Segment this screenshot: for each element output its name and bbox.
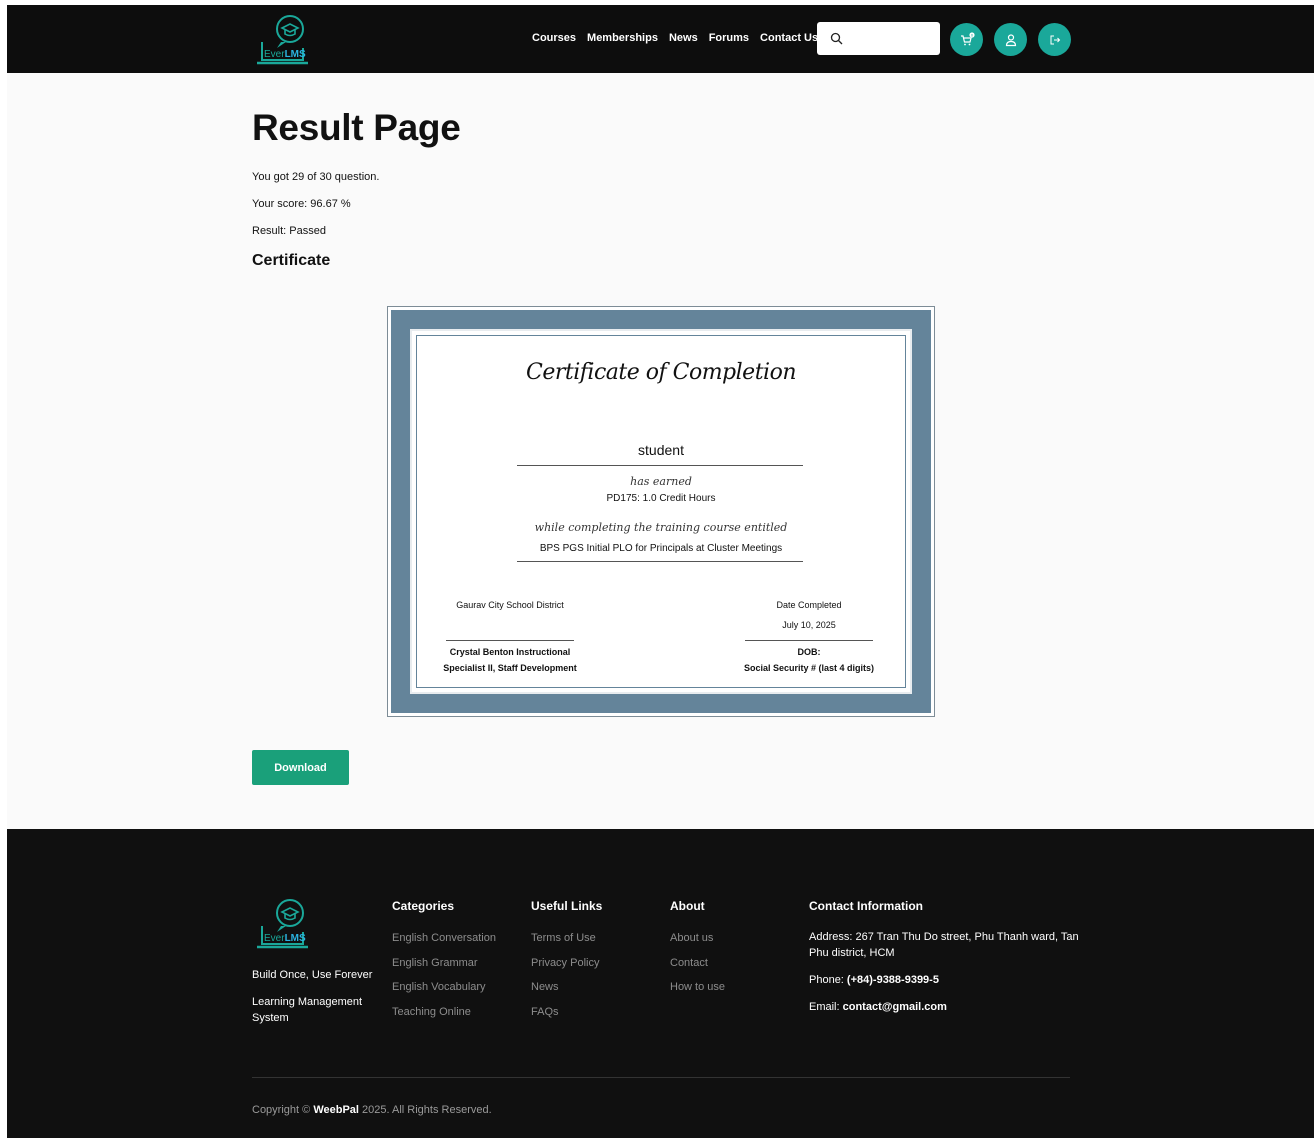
certificate-title: Certificate of Completion xyxy=(526,360,796,385)
footer-phone: Phone: (+84)-9388-9399-5 xyxy=(809,974,939,986)
footer-email-address[interactable]: contact@gmail.com xyxy=(843,1001,947,1013)
dob-label: DOB: xyxy=(797,647,821,657)
footer-logo[interactable]: EverLMS xyxy=(253,895,309,953)
page-title: Result Page xyxy=(252,107,461,148)
footer-tagline: Build Once, Use Forever xyxy=(252,969,373,981)
logout-icon xyxy=(1050,35,1060,44)
footer-link-english-conversation[interactable]: English Conversation xyxy=(392,930,496,947)
signature-rule xyxy=(446,640,574,641)
footer-subtitle: Learning Management System xyxy=(252,996,363,1024)
credit-hours-text: PD175: 1.0 Credit Hours xyxy=(606,493,716,504)
footer-contact-info: Address: 267 Tran Thu Do street, Phu Tha… xyxy=(809,929,1079,1026)
logo-text: EverLMS xyxy=(264,49,306,60)
everlms-logo[interactable]: EverLMS xyxy=(253,11,309,69)
footer-divider xyxy=(252,1077,1070,1078)
copyright-text: Copyright © WeebPal 2025. All Rights Res… xyxy=(252,1104,492,1116)
student-name-rule xyxy=(517,465,803,466)
search-icon[interactable] xyxy=(830,32,843,45)
search-box xyxy=(817,22,940,55)
date-completed-value: July 10, 2025 xyxy=(782,620,836,630)
certificate-student-name: student xyxy=(638,442,684,458)
cart-button[interactable]: 0 xyxy=(950,23,983,56)
footer-about-title: About xyxy=(670,899,705,913)
logo-text: EverLMS xyxy=(264,933,306,944)
certificate-heading: Certificate xyxy=(252,252,331,269)
footer-useful-links-list: Terms of Use Privacy Policy News FAQs xyxy=(531,930,599,1020)
site-header: EverLMS Courses Memberships News Forums … xyxy=(7,5,1314,73)
questions-count-text: You got 29 of 30 question. xyxy=(252,171,380,183)
nav-forums[interactable]: Forums xyxy=(709,32,749,44)
user-icon xyxy=(1005,33,1016,46)
result-text: Result: Passed xyxy=(252,225,326,237)
footer-link-contact[interactable]: Contact xyxy=(670,955,725,972)
score-text: Your score: 96.67 % xyxy=(252,198,351,210)
main-nav: Courses Memberships News Forums Contact … xyxy=(532,32,818,44)
signer-title: Specialist II, Staff Development xyxy=(443,663,577,673)
site-footer: EverLMS Build Once, Use Forever Learning… xyxy=(7,829,1314,1138)
ssn-label: Social Security # (last 4 digits) xyxy=(743,663,875,673)
nav-courses[interactable]: Courses xyxy=(532,32,576,44)
nav-contact-us[interactable]: Contact Us xyxy=(760,32,818,44)
course-title-rule xyxy=(517,561,803,562)
footer-link-news[interactable]: News xyxy=(531,979,599,996)
footer-link-privacy[interactable]: Privacy Policy xyxy=(531,955,599,972)
footer-link-about-us[interactable]: About us xyxy=(670,930,725,947)
account-button[interactable] xyxy=(994,23,1027,56)
search-input[interactable] xyxy=(847,28,935,49)
course-title-text: BPS PGS Initial PLO for Principals at Cl… xyxy=(539,543,783,554)
certificate-inner: Certificate of Completion student has ea… xyxy=(410,329,912,694)
cart-icon: 0 xyxy=(960,31,975,45)
footer-link-english-grammar[interactable]: English Grammar xyxy=(392,955,496,972)
footer-categories-title: Categories xyxy=(392,899,455,913)
footer-phone-number[interactable]: (+84)-9388-9399-5 xyxy=(847,974,939,986)
footer-link-faqs[interactable]: FAQs xyxy=(531,1004,599,1021)
footer-email: Email: contact@gmail.com xyxy=(809,1001,947,1013)
nav-memberships[interactable]: Memberships xyxy=(587,32,658,44)
signer-name: Crystal Benton Instructional xyxy=(449,647,571,657)
footer-categories-list: English Conversation English Grammar Eng… xyxy=(392,930,496,1020)
certificate-card: Certificate of Completion student has ea… xyxy=(387,306,935,717)
footer-about-list: About us Contact How to use xyxy=(670,930,725,996)
footer-address: Address: 267 Tran Thu Do street, Phu Tha… xyxy=(809,931,1079,959)
has-earned-text: has earned xyxy=(630,475,692,488)
logout-button[interactable] xyxy=(1038,23,1071,56)
dob-rule xyxy=(745,640,873,641)
footer-useful-links-title: Useful Links xyxy=(531,899,603,913)
everlms-logo-icon: EverLMS xyxy=(257,15,308,65)
footer-link-teaching-online[interactable]: Teaching Online xyxy=(392,1004,496,1021)
while-completing-text: while completing the training course ent… xyxy=(534,521,788,534)
page-frame: EverLMS Courses Memberships News Forums … xyxy=(7,5,1314,1138)
date-completed-label: Date Completed xyxy=(776,600,842,610)
footer-link-terms[interactable]: Terms of Use xyxy=(531,930,599,947)
nav-news[interactable]: News xyxy=(669,32,698,44)
district-text: Gaurav City School District xyxy=(456,600,564,610)
footer-link-english-vocabulary[interactable]: English Vocabulary xyxy=(392,979,496,996)
everlms-logo-icon: EverLMS xyxy=(257,899,308,949)
footer-contact-title: Contact Information xyxy=(809,899,923,913)
footer-link-how-to-use[interactable]: How to use xyxy=(670,979,725,996)
download-button[interactable]: Download xyxy=(252,750,349,785)
